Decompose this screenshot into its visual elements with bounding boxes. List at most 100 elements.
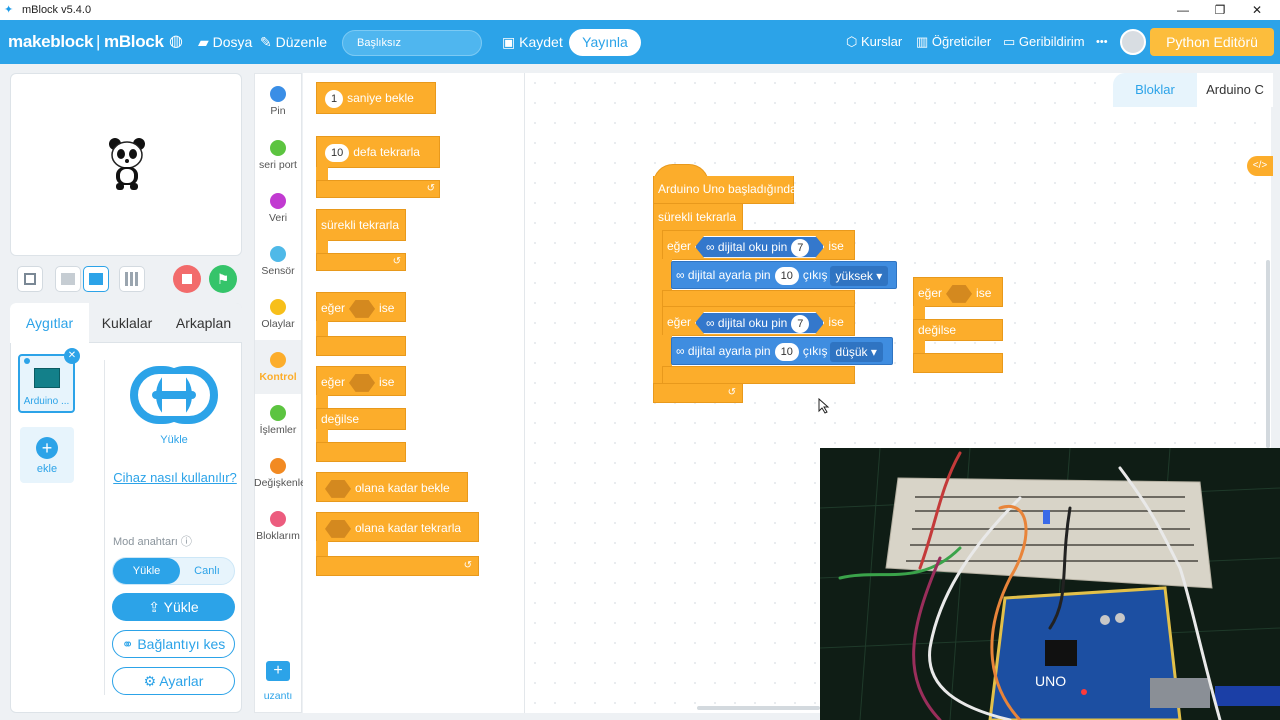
upload-button[interactable]: ⇪ Yükle [112,593,235,621]
mode-live-option[interactable]: Canlı [180,558,234,584]
close-window-button[interactable]: ✕ [1240,0,1274,20]
repeat-number-input[interactable]: 10 [325,143,350,162]
device-card-arduino[interactable]: Arduino ... [18,354,75,413]
remove-device-icon[interactable]: ✕ [64,348,80,364]
project-name-input[interactable]: Başlıksız [342,30,482,56]
tab-devices[interactable]: Aygıtlar [10,303,89,343]
loose-arm1 [913,306,925,320]
write-pin-input-1[interactable]: 10 [774,266,799,285]
link-icon-write-2: ∞ [676,344,688,358]
panda-sprite[interactable] [107,136,147,192]
category-data[interactable]: Veri [254,193,302,224]
stop-button[interactable] [173,265,201,293]
help-circle-icon[interactable]: ⓘ [181,536,192,548]
vertical-scrollbar[interactable] [1266,260,1270,448]
repeat-until-arm [316,541,328,557]
tab-blocks[interactable]: Bloklar [1113,73,1197,107]
extension-label[interactable]: uzantı [254,690,302,702]
else-label: değilse [321,412,360,426]
tab-sprites[interactable]: Kuklalar [89,303,165,343]
unlink-icon: ⚭ [121,636,138,652]
edit-menu[interactable]: ✎ Düzenle [260,20,327,64]
gear-icon: ⚙ [143,673,160,689]
horizontal-scrollbar[interactable] [697,706,820,710]
feedback-menu[interactable]: ▭ Geribildirim [1003,20,1085,64]
category-myblocks-label: Bloklarım [256,530,300,542]
events-dot-icon [270,299,286,315]
palette-repeat-until-block[interactable]: olana kadar tekrarla [316,512,479,542]
courses-menu[interactable]: ⬡ Kurslar [846,20,902,64]
level-dropdown-1[interactable]: yüksek ▾ [829,265,889,286]
publish-button[interactable]: Yayınla [569,29,641,56]
wait-until-slot[interactable] [325,479,351,498]
mode-switch-text: Mod anahtarı [113,536,178,548]
category-events[interactable]: Olaylar [254,299,302,330]
category-serial[interactable]: seri port [254,140,302,171]
extension-icon[interactable]: + [266,661,290,681]
if-block-1[interactable]: eğer ∞ dijital oku pin 7 ise [662,230,855,260]
grid-view-button[interactable] [119,266,145,292]
output-label-1: çıkış [802,268,828,282]
if-condition-slot[interactable] [349,299,376,318]
globe-icon[interactable]: ◍ [169,20,183,64]
digital-read-block-1[interactable]: ∞ dijital oku pin 7 [695,235,825,258]
if-block-2[interactable]: eğer ∞ dijital oku pin 7 ise [662,306,855,336]
settings-button[interactable]: ⚙ Ayarlar [112,667,235,695]
palette-wait-until-block[interactable]: olana kadar bekle [316,472,468,502]
category-operators[interactable]: İşlemler [254,405,302,436]
read-pin-input-1[interactable]: 7 [791,238,810,257]
fullscreen-button[interactable] [17,266,43,292]
small-stage-button[interactable] [55,266,81,292]
large-stage-button[interactable] [83,266,109,292]
save-button[interactable]: ▣ Kaydet [502,20,563,64]
loose-if-else-block[interactable]: eğer ise [913,277,1003,307]
mode-upload-option[interactable]: Yükle [113,558,180,584]
code-view-toggle-icon[interactable]: </> [1247,156,1273,176]
logo-divider: | [96,32,101,51]
tab-arduino-c[interactable]: Arduino C [1197,73,1273,107]
loose-then-label: ise [976,286,992,300]
more-menu[interactable]: ••• [1096,20,1108,64]
palette-repeat-block[interactable]: 10 defa tekrarla [316,136,440,168]
repeat-footer: ↺ [316,180,440,198]
category-variables[interactable]: Değişkenle [254,458,306,489]
edit-menu-label: Düzenle [275,34,327,50]
category-control[interactable]: Kontrol [254,352,302,383]
user-avatar[interactable] [1120,29,1146,55]
stage[interactable] [10,73,242,256]
category-myblocks[interactable]: Bloklarım [254,511,302,542]
chat-icon: ▭ [1003,34,1019,49]
repeat-until-slot[interactable] [325,519,351,538]
if-else-condition-slot[interactable] [349,373,376,392]
palette-forever-block[interactable]: sürekli tekrarla [316,209,406,241]
file-menu[interactable]: ▰ Dosya [198,20,252,64]
digital-read-block-2[interactable]: ∞ dijital oku pin 7 [695,311,825,334]
help-link[interactable]: Cihaz nasıl kullanılır? [112,470,238,485]
level-dropdown-2[interactable]: düşük ▾ [829,341,883,362]
add-device-button[interactable]: + ekle [20,427,74,483]
hat-block[interactable]: Arduino Uno başladığında [653,176,797,204]
tutorials-menu[interactable]: ▥ Öğreticiler [916,20,991,64]
digital-write-block-1[interactable]: ∞ dijital ayarla pin 10 çıkış yüksek ▾ [671,261,897,289]
digital-read-label-1: dijital oku pin [717,239,788,254]
digital-write-block-2[interactable]: ∞ dijital ayarla pin 10 çıkış düşük ▾ [671,337,893,365]
courses-label: Kurslar [860,34,903,49]
palette-wait-block[interactable]: 1 saniye bekle [316,82,436,114]
category-pin[interactable]: Pin [254,86,302,117]
forever-block[interactable]: sürekli tekrarla [653,203,743,231]
loose-condition-slot[interactable] [946,284,973,303]
minimize-button[interactable]: — [1166,0,1200,20]
green-flag-button[interactable]: ⚑ [209,265,237,293]
variables-dot-icon [270,458,286,474]
palette-if-block[interactable]: eğer ise [316,292,406,322]
wait-number-input[interactable]: 1 [325,89,344,108]
category-sensor[interactable]: Sensör [254,246,302,277]
upload-button-label: Yükle [163,599,199,615]
tab-backdrops[interactable]: Arkaplan [165,303,242,343]
python-editor-button[interactable]: Python Editörü [1150,28,1274,56]
restore-button[interactable]: ❐ [1203,0,1237,20]
disconnect-button[interactable]: ⚭ Bağlantıyı kes [112,630,235,658]
read-pin-input-2[interactable]: 7 [791,314,810,333]
palette-if-else-block[interactable]: eğer ise [316,366,406,396]
write-pin-input-2[interactable]: 10 [774,342,799,361]
